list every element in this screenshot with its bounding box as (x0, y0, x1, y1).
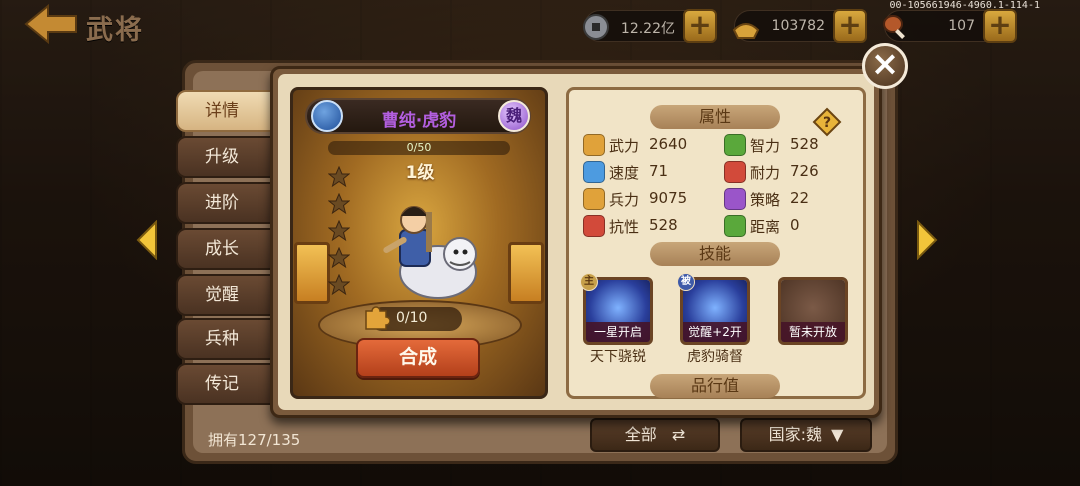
experience-text: 0/50 (406, 141, 432, 154)
hero-level: 1级 (405, 163, 435, 183)
star-icon (328, 274, 350, 296)
star-icon (328, 220, 350, 242)
faction-icon (311, 100, 343, 132)
coin-icon (583, 14, 609, 40)
coin-amount: 12.22亿 (620, 21, 675, 37)
back-arrow-icon[interactable] (22, 4, 80, 44)
attribute-value: 22 (790, 189, 810, 207)
add-food-button[interactable]: + (983, 9, 1017, 43)
range-icon (724, 215, 746, 237)
close-button[interactable]: × (862, 43, 908, 89)
lantern-right (508, 242, 544, 304)
star-icon (328, 247, 350, 269)
server-code: 00-105661946-4960.1-114-1 (889, 0, 1040, 11)
attribute-label: 耐力 (750, 164, 781, 182)
attributes-header: 属性 (650, 105, 780, 129)
puzzle-fragment-icon (365, 306, 390, 330)
kingdom-badge: 魏 (498, 100, 530, 132)
leaf-icon (724, 134, 746, 156)
star-icon (328, 193, 350, 215)
hero-character-image (383, 206, 477, 299)
tab-awaken[interactable]: 觉醒 (176, 274, 272, 316)
attribute-value: 71 (649, 162, 669, 180)
fragment-count: 0/10 (396, 310, 428, 326)
previous-hero-arrow-icon[interactable] (134, 220, 160, 260)
attribute-value: 528 (790, 135, 819, 153)
add-gold-button[interactable]: + (833, 9, 867, 43)
tab-advance[interactable]: 进阶 (176, 182, 272, 224)
dropdown-icon: ▼ (831, 425, 844, 444)
boot-icon (583, 161, 605, 183)
swap-icon: ⇄ (671, 425, 686, 444)
owned-count: 拥有127/135 (208, 431, 301, 449)
filter-country-button[interactable]: 国家:魏 ▼ (740, 418, 872, 452)
heart-muscle-icon (724, 161, 746, 183)
attribute-label: 策略 (750, 191, 781, 209)
skills-header: 技能 (650, 242, 780, 266)
resource-food: 107 + (883, 9, 1017, 43)
attribute-value: 528 (649, 216, 678, 234)
skill-slot-3[interactable]: 暂未开放 (778, 277, 848, 345)
attribute-label: 距离 (750, 218, 781, 236)
troops-icon (583, 188, 605, 210)
attribute-value: 726 (790, 162, 819, 180)
resource-gold: 103782 + (732, 9, 867, 43)
skill-1-name: 天下骁锐 (590, 349, 646, 365)
scroll-icon (724, 188, 746, 210)
attribute-label: 抗性 (609, 218, 640, 236)
drumstick-icon (883, 15, 905, 39)
skill-3-unlock-tag: 暂未开放 (781, 322, 845, 342)
fist-icon (583, 134, 605, 156)
tab-details[interactable]: 详情 (176, 90, 272, 132)
compose-button[interactable]: 合成 (356, 338, 480, 378)
filter-all-label: 全部 (624, 425, 657, 444)
page-title: 武将 (86, 15, 144, 46)
skill-2-unlock-tag: 觉醒+2开启 (683, 322, 747, 342)
attribute-label: 智力 (750, 137, 781, 155)
shield-icon (583, 215, 605, 237)
star-icon (328, 166, 350, 188)
next-hero-arrow-icon[interactable] (914, 220, 940, 260)
add-coins-button[interactable]: + (683, 9, 717, 43)
tab-biography[interactable]: 传记 (176, 363, 272, 405)
attribute-label: 速度 (609, 164, 640, 182)
filter-all-button[interactable]: 全部 ⇄ (590, 418, 720, 452)
attribute-value: 9075 (649, 189, 688, 207)
skill-2-name: 虎豹骑督 (687, 349, 743, 365)
tab-growth[interactable]: 成长 (176, 228, 272, 270)
lantern-left (294, 242, 330, 304)
svg-text:?: ? (823, 115, 831, 131)
conduct-header: 品行值 (650, 374, 780, 398)
attribute-label: 武力 (609, 137, 640, 155)
skill-1-unlock-tag: 一星开启 (586, 322, 650, 342)
resource-coins: 12.22亿 + (583, 9, 717, 43)
attribute-label: 兵力 (609, 191, 640, 209)
help-icon[interactable]: ? (812, 107, 842, 137)
skill-1-type-badge: 主 (580, 273, 598, 291)
attribute-value: 0 (790, 216, 800, 234)
tab-upgrade[interactable]: 升级 (176, 136, 272, 178)
filter-country-label: 国家:魏 (768, 425, 822, 444)
gold-ingot-icon (732, 23, 760, 39)
food-amount: 107 (948, 18, 975, 34)
tab-troop-type[interactable]: 兵种 (176, 318, 272, 360)
attribute-value: 2640 (649, 135, 688, 153)
skill-2-type-badge: 被 (677, 273, 695, 291)
gold-amount: 103782 (771, 18, 825, 34)
hero-name: 曹纯·虎豹 (381, 111, 457, 131)
